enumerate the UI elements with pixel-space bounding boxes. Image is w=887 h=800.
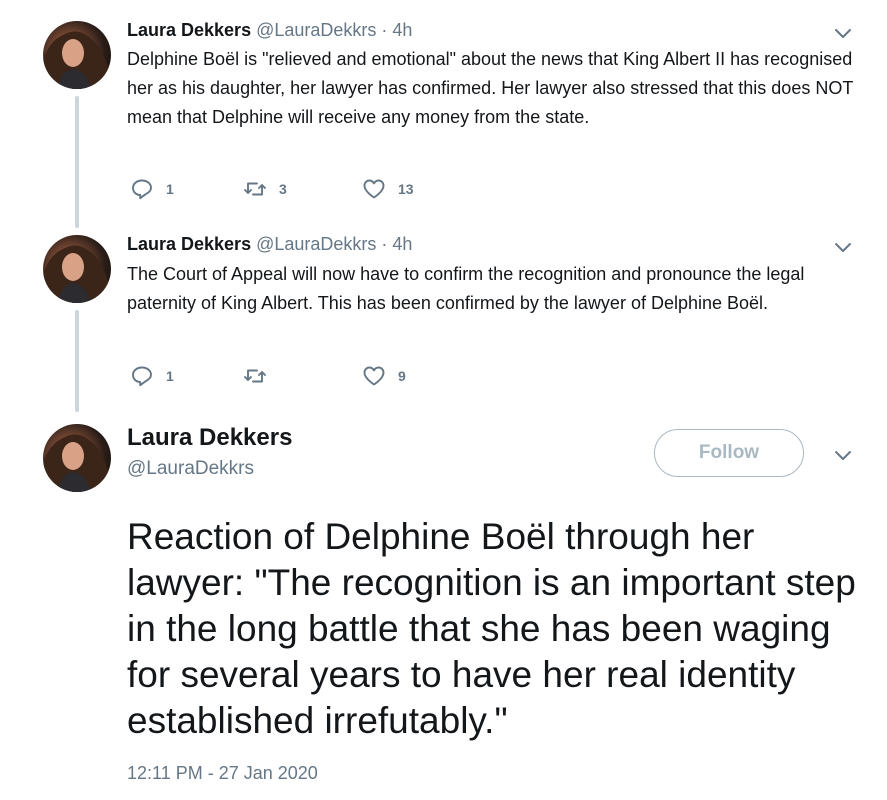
chevron-down-icon[interactable] — [834, 242, 852, 254]
reply-count: 1 — [166, 368, 174, 384]
reply-icon — [132, 366, 152, 387]
author-handle-time[interactable]: @LauraDekkrs · 4h — [256, 234, 412, 254]
retweet-button[interactable]: 3 — [243, 177, 287, 201]
like-count: 9 — [398, 368, 406, 384]
thread-line-1 — [75, 96, 79, 228]
avatar[interactable] — [43, 424, 111, 492]
author-handle[interactable]: @LauraDekkrs — [127, 458, 254, 480]
retweet-count: 3 — [279, 181, 287, 197]
retweet-icon — [244, 369, 266, 383]
reply-button[interactable]: 1 — [130, 177, 174, 201]
tweet-header: Laura Dekkers @LauraDekkrs · 4h — [127, 232, 412, 256]
reply-button[interactable]: 1 — [130, 364, 174, 388]
author-name[interactable]: Laura Dekkers — [127, 424, 292, 452]
like-count: 13 — [398, 181, 414, 197]
heart-icon — [363, 179, 385, 199]
avatar[interactable] — [43, 21, 111, 89]
author-name[interactable]: Laura Dekkers — [127, 20, 251, 40]
author-name[interactable]: Laura Dekkers — [127, 234, 251, 254]
retweet-button[interactable] — [243, 364, 279, 388]
like-button[interactable]: 9 — [362, 364, 406, 388]
heart-icon — [363, 366, 385, 386]
reply-icon — [132, 179, 152, 200]
like-button[interactable]: 13 — [362, 177, 414, 201]
tweet-text: The Court of Appeal will now have to con… — [127, 264, 805, 313]
chevron-down-icon[interactable] — [834, 450, 852, 462]
tweet-header: Laura Dekkers @LauraDekkrs · 4h — [127, 18, 412, 42]
reply-count: 1 — [166, 181, 174, 197]
tweet-timestamp[interactable]: 12:11 PM - 27 Jan 2020 — [127, 763, 318, 784]
thread-line-2 — [75, 310, 79, 412]
tweet-text: Delphine Boël is "relieved and emotional… — [127, 49, 854, 127]
main-tweet-text: Reaction of Delphine Boël through her la… — [127, 516, 856, 741]
follow-button[interactable]: Follow — [654, 429, 804, 477]
chevron-down-icon[interactable] — [834, 28, 852, 40]
retweet-icon — [244, 182, 266, 196]
author-handle-time[interactable]: @LauraDekkrs · 4h — [256, 20, 412, 40]
avatar[interactable] — [43, 235, 111, 303]
